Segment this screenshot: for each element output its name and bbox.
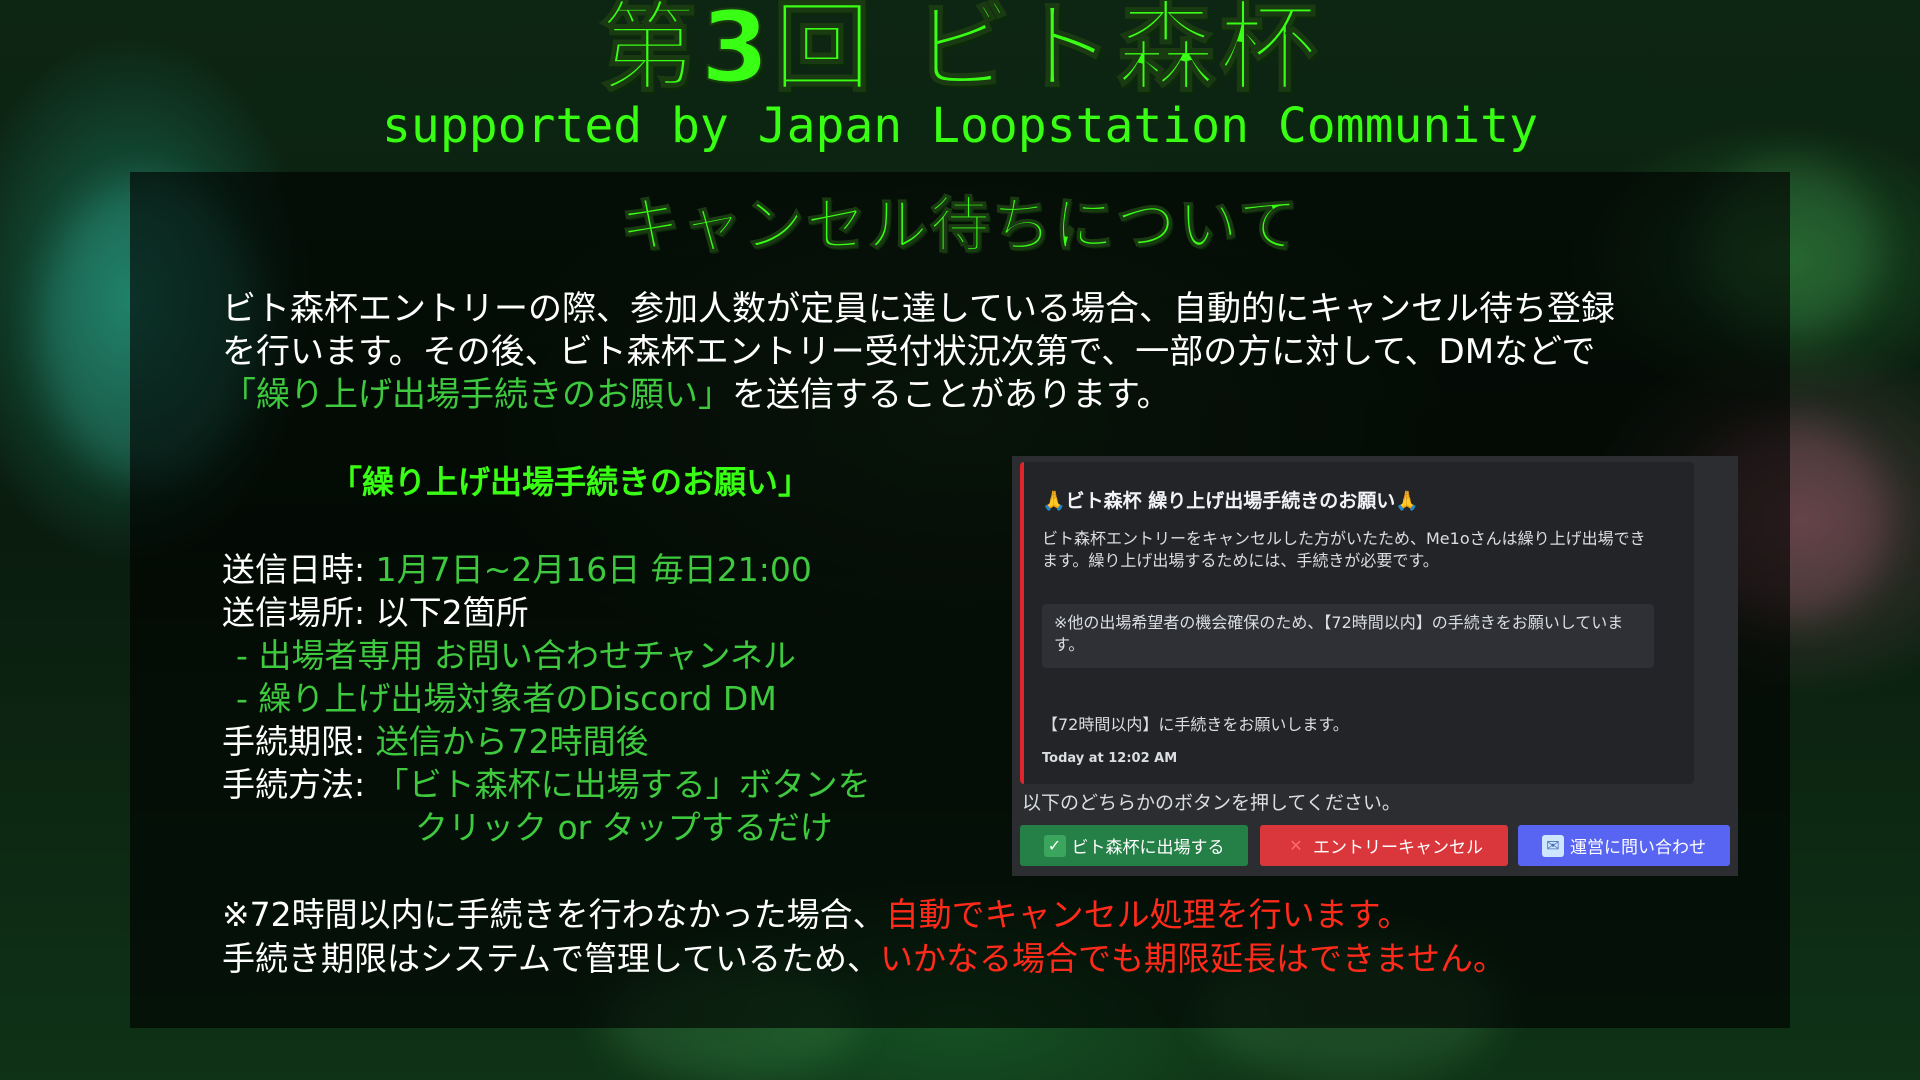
intro-line: 「繰り上げ出場手続きのお願い」を送信することがあります。 bbox=[222, 374, 1722, 417]
embed-description: ビト森杯エントリーをキャンセルした方がいたため、Me1oさんは繰り上げ出場できま… bbox=[1042, 529, 1646, 570]
method-value: 「ビト森杯に出場する」ボタンを bbox=[375, 765, 871, 804]
note-text: ※72時間以内に手続きを行わなかった場合、 bbox=[222, 895, 886, 934]
request-title: 「繰り上げ出場手続きのお願い」 bbox=[330, 463, 811, 501]
join-event-button[interactable]: ✓ ビト森杯に出場する bbox=[1020, 825, 1248, 866]
embed-timestamp: Today at 12:02 AM bbox=[1042, 751, 1178, 766]
mail-icon: ✉ bbox=[1542, 834, 1564, 857]
send-date-value: 1月7日~2月16日 毎日21:00 bbox=[375, 550, 812, 589]
intro-paragraph: ビト森杯エントリーの際、参加人数が定員に達している場合、自動的にキャンセル待ち登… bbox=[222, 288, 1722, 417]
contact-staff-button[interactable]: ✉ 運営に問い合わせ bbox=[1518, 825, 1730, 866]
intro-line: を行います。その後、ビト森杯エントリー受付状況次第で、一部の方に対して、DMなど… bbox=[222, 332, 1596, 372]
note-line: ※72時間以内に手続きを行わなかった場合、自動でキャンセル処理を行います。 bbox=[222, 893, 1722, 937]
note-warning: いかなる場合でも期限延長はできません。 bbox=[880, 939, 1507, 978]
button-prompt: 以下のどちらかのボタンを押してください。 bbox=[1022, 792, 1401, 814]
deadline-value: 送信から72時間後 bbox=[375, 722, 649, 761]
note-warning: 自動でキャンセル処理を行います。 bbox=[885, 895, 1411, 934]
intro-highlight: 「繰り上げ出場手続きのお願い」 bbox=[222, 375, 732, 415]
send-date-row: 送信日時: 1月7日~2月16日 毎日21:00 bbox=[222, 548, 982, 591]
contact-button-label: 運営に問い合わせ bbox=[1570, 838, 1706, 858]
intro-line-rest: を送信することがあります。 bbox=[732, 375, 1171, 415]
section-title: キャンセル待ちについて bbox=[619, 190, 1301, 262]
cross-icon: ✕ bbox=[1289, 835, 1303, 855]
discord-embed: 🙏ビト森杯 繰り上げ出場手続きのお願い🙏 ビト森杯エントリーをキャンセルした方が… bbox=[1020, 462, 1694, 784]
embed-title: 🙏ビト森杯 繰り上げ出場手続きのお願い🙏 bbox=[1042, 490, 1419, 512]
embed-quote-block: ※他の出場希望者の機会確保のため、【72時間以内】の手続きをお願いしています。 bbox=[1042, 604, 1654, 668]
note-line: 手続き期限はシステムで管理しているため、いかなる場合でも期限延長はできません。 bbox=[222, 937, 1722, 981]
request-details: 送信日時: 1月7日~2月16日 毎日21:00 送信場所: 以下2箇所 - 出… bbox=[222, 548, 982, 849]
send-date-label: 送信日時: bbox=[222, 550, 376, 589]
send-place-item: - 出場者専用 お問い合わせチャンネル bbox=[236, 636, 796, 675]
cancel-button-label: エントリーキャンセル bbox=[1313, 838, 1483, 858]
method-row: 手続方法: 「ビト森杯に出場する」ボタンを bbox=[222, 763, 982, 806]
notes: ※72時間以内に手続きを行わなかった場合、自動でキャンセル処理を行います。 手続… bbox=[222, 893, 1722, 981]
send-place-label: 送信場所: 以下2箇所 bbox=[222, 593, 529, 632]
method-label: 手続方法: bbox=[222, 765, 376, 804]
embed-quote-text: ※他の出場希望者の機会確保のため、【72時間以内】の手続きをお願いしています。 bbox=[1054, 613, 1624, 654]
deadline-label: 手続期限: bbox=[222, 722, 376, 761]
check-icon: ✓ bbox=[1043, 834, 1066, 857]
cancel-entry-button[interactable]: ✕ エントリーキャンセル bbox=[1260, 825, 1508, 866]
method-value-continued: クリック or タップするだけ bbox=[415, 808, 833, 847]
intro-line: ビト森杯エントリーの際、参加人数が定員に達している場合、自動的にキャンセル待ち登… bbox=[222, 289, 1615, 329]
event-subtitle: supported by Japan Loopstation Community bbox=[382, 98, 1538, 154]
note-text: 手続き期限はシステムで管理しているため、 bbox=[222, 939, 881, 978]
join-button-label: ビト森杯に出場する bbox=[1071, 838, 1225, 858]
discord-message-screenshot: 🙏ビト森杯 繰り上げ出場手続きのお願い🙏 ビト森杯エントリーをキャンセルした方が… bbox=[1012, 456, 1738, 876]
send-place-item: - 繰り上げ出場対象者のDiscord DM bbox=[236, 679, 777, 718]
event-title: 第3回 ビト森杯 bbox=[598, 0, 1322, 106]
deadline-row: 手続期限: 送信から72時間後 bbox=[222, 720, 982, 763]
embed-note: 【72時間以内】に手続きをお願いします。 bbox=[1042, 715, 1349, 734]
